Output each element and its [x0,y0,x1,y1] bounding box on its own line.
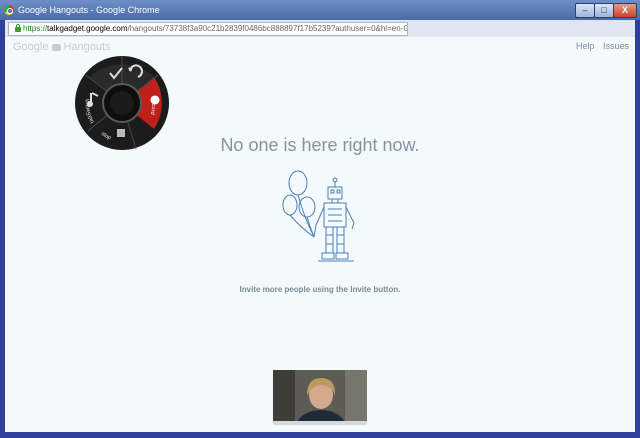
self-video-bar [273,421,367,425]
maximize-button[interactable]: □ [594,3,614,18]
hangout-page: Google Hangouts Help Issues tabSwitch Re… [5,37,635,432]
window-titlebar[interactable]: Google Hangouts - Google Chrome – □ X [0,0,640,20]
top-links: Help Issues [570,41,629,51]
brand-logo: Google Hangouts [13,41,111,53]
balloon-icon [288,170,308,196]
webcam-feed [273,370,367,425]
invite-hint: Invite more people using the Invite butt… [239,285,401,294]
hangouts-icon [52,43,62,51]
issues-link[interactable]: Issues [603,41,629,51]
robot-balloons-illustration [282,170,355,262]
chrome-icon-center [7,8,13,14]
close-button[interactable]: X [613,3,637,18]
url-scheme: https:// [23,24,48,33]
help-link[interactable]: Help [576,41,595,51]
minimize-button[interactable]: – [575,3,595,18]
lock-icon [15,24,21,32]
brand-google: Google [13,41,49,53]
url-host: talkgadget.google.com [47,24,128,33]
address-bar: https://talkgadget.google.com/hangouts/7… [5,20,635,38]
url-path: /hangouts/73738f3a90c21b2839f0486bc88889… [127,24,408,33]
radial-hub-inner [110,91,134,115]
url-input[interactable]: https://talkgadget.google.com/hangouts/7… [8,22,408,36]
empty-room-message: No one is here right now. [220,135,420,155]
self-video-preview[interactable] [273,370,367,425]
window-title: Google Hangouts - Google Chrome [18,5,160,15]
brand-hangouts: Hangouts [63,41,111,53]
